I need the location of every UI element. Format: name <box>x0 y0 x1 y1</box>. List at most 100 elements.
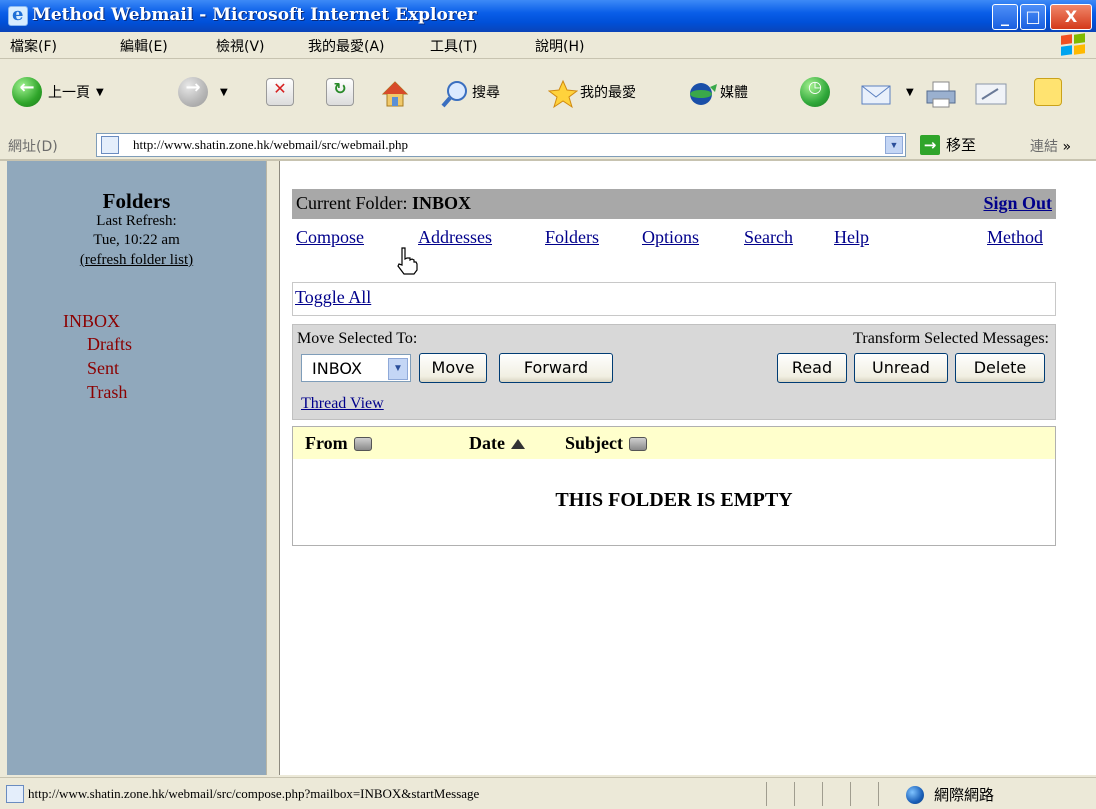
message-list-header: From Date Subject <box>293 427 1055 459</box>
go-arrow-icon: → <box>920 134 940 155</box>
favorites-label: 我的最愛 <box>580 85 636 101</box>
refresh-folder-list-link[interactable]: (refresh folder list) <box>7 252 266 269</box>
close-button[interactable]: X <box>1050 4 1092 30</box>
options-link[interactable]: Options <box>642 227 699 248</box>
sort-icon[interactable] <box>629 436 647 451</box>
column-subject-label: Subject <box>565 433 623 453</box>
page-icon <box>6 785 24 803</box>
status-text: http://www.shatin.zone.hk/webmail/src/co… <box>28 786 480 801</box>
folder-sent[interactable]: Sent <box>87 358 119 379</box>
message-list: From Date Subject THIS FOLDER IS EMPTY <box>292 426 1056 546</box>
search-button[interactable]: 搜尋 <box>440 75 500 109</box>
links-label: 連結 <box>1030 139 1058 155</box>
go-button[interactable]: → 移至 <box>920 134 976 155</box>
media-icon <box>688 79 717 105</box>
forward-dropdown-icon[interactable]: ▼ <box>220 87 228 98</box>
folder-sidebar: Folders Last Refresh: Tue, 10:22 am (ref… <box>0 161 266 775</box>
links-button[interactable]: 連結 » <box>1030 136 1071 156</box>
folder-drafts[interactable]: Drafts <box>87 334 132 355</box>
minimize-button[interactable]: _ <box>992 4 1018 30</box>
history-icon: ◷ <box>800 77 830 107</box>
hand-cursor-icon <box>397 247 418 275</box>
address-bar: 網址(D) http://www.shatin.zone.hk/webmail/… <box>0 131 1096 161</box>
sort-icon[interactable] <box>353 436 372 451</box>
read-button[interactable]: Read <box>777 353 847 383</box>
search-label: 搜尋 <box>472 85 500 101</box>
toggle-all-link[interactable]: Toggle All <box>295 287 371 308</box>
move-button[interactable]: Move <box>419 353 487 383</box>
refresh-icon: ↻ <box>326 78 354 106</box>
chevron-down-icon: ▼ <box>388 358 408 380</box>
globe-icon <box>906 785 924 804</box>
forward-button[interactable]: Forward <box>499 353 613 383</box>
sign-out-link[interactable]: Sign Out <box>983 193 1052 214</box>
delete-button[interactable]: Delete <box>955 353 1045 383</box>
folders-link[interactable]: Folders <box>545 227 599 248</box>
menu-view[interactable]: 檢視(V) <box>216 36 265 56</box>
back-dropdown-icon[interactable]: ▼ <box>96 87 104 98</box>
forward-nav-button[interactable]: → ▼ <box>178 75 228 109</box>
last-refresh-value: Tue, 10:22 am <box>93 232 180 248</box>
address-url[interactable]: http://www.shatin.zone.hk/webmail/src/we… <box>133 137 408 153</box>
go-label: 移至 <box>946 136 977 154</box>
home-icon <box>380 79 409 107</box>
mail-dropdown-icon[interactable]: ▼ <box>906 87 914 98</box>
method-link[interactable]: Method <box>987 227 1043 248</box>
frame-divider[interactable] <box>266 161 280 775</box>
history-button[interactable]: ◷ <box>800 75 836 109</box>
close-icon: X <box>1064 7 1078 26</box>
edit-icon <box>974 79 1008 105</box>
home-button[interactable] <box>380 75 412 109</box>
back-button[interactable]: ← 上一頁 ▼ <box>12 75 104 109</box>
title-bar: Method Webmail - Microsoft Internet Expl… <box>0 0 1096 32</box>
folder-inbox[interactable]: INBOX <box>63 311 120 332</box>
back-arrow-icon: ← <box>12 77 42 107</box>
menu-edit[interactable]: 編輯(E) <box>120 36 168 56</box>
sort-ascending-icon[interactable] <box>510 438 525 449</box>
mail-button[interactable]: ▼ <box>860 75 914 109</box>
menu-file[interactable]: 檔案(F) <box>10 36 57 56</box>
addresses-link[interactable]: Addresses <box>418 227 492 248</box>
edit-button[interactable] <box>974 75 1014 109</box>
chevron-more-icon: » <box>1062 139 1072 155</box>
move-folder-value: INBOX <box>312 359 362 378</box>
menu-help[interactable]: 說明(H) <box>535 36 584 56</box>
note-icon <box>1034 78 1062 106</box>
toggle-all-bar: Toggle All <box>292 282 1056 316</box>
ie-icon <box>8 4 28 26</box>
star-icon <box>547 79 579 109</box>
message-actions-panel: Move Selected To: Transform Selected Mes… <box>292 324 1056 420</box>
column-subject[interactable]: Subject <box>565 433 647 454</box>
notes-button[interactable] <box>1034 75 1068 109</box>
folder-trash[interactable]: Trash <box>87 382 127 403</box>
back-label: 上一頁 <box>48 85 90 101</box>
address-dropdown-icon[interactable]: ▼ <box>885 136 903 154</box>
stop-button[interactable]: ✕ <box>266 75 300 109</box>
zone-label: 網際網路 <box>934 786 995 804</box>
maximize-button[interactable]: □ <box>1020 4 1046 30</box>
print-button[interactable] <box>924 75 964 109</box>
thread-view-link[interactable]: Thread View <box>301 395 384 413</box>
column-from[interactable]: From <box>305 433 372 454</box>
unread-button[interactable]: Unread <box>854 353 948 383</box>
search-link[interactable]: Search <box>744 227 793 248</box>
favorites-button[interactable]: 我的最愛 <box>547 75 636 109</box>
help-link[interactable]: Help <box>834 227 869 248</box>
refresh-button[interactable]: ↻ <box>326 75 360 109</box>
security-zone: 網際網路 <box>906 784 994 805</box>
compose-link[interactable]: Compose <box>296 227 364 248</box>
address-input[interactable]: http://www.shatin.zone.hk/webmail/src/we… <box>96 133 906 157</box>
status-divider <box>822 782 823 806</box>
page-icon <box>101 136 119 154</box>
status-divider <box>850 782 851 806</box>
address-label: 網址(D) <box>8 139 58 155</box>
menu-favorites[interactable]: 我的最愛(A) <box>308 36 385 56</box>
menu-tools[interactable]: 工具(T) <box>430 36 477 56</box>
media-button[interactable]: 媒體 <box>688 75 748 109</box>
current-folder-name: INBOX <box>411 193 471 213</box>
search-icon <box>440 79 467 108</box>
transform-label: Transform Selected Messages: <box>853 330 1049 347</box>
maximize-icon: □ <box>1025 7 1041 26</box>
column-date[interactable]: Date <box>469 433 525 454</box>
move-folder-select[interactable]: INBOX ▼ <box>301 354 411 382</box>
